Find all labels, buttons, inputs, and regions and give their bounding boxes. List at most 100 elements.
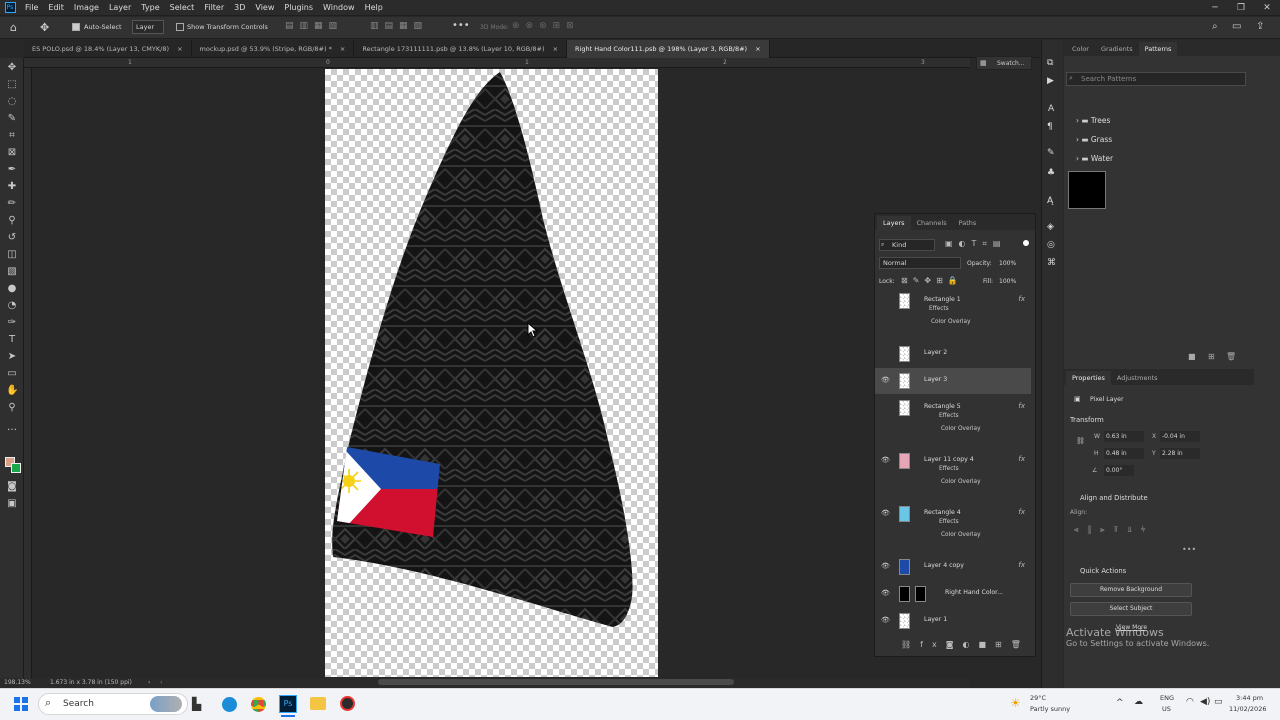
menu-item-file[interactable]: File xyxy=(20,0,43,16)
marquee-tool-icon[interactable]: ⬚ xyxy=(6,79,18,91)
zoom-tool-icon[interactable]: ⚲ xyxy=(6,402,18,414)
glyphs-icon[interactable]: Ą xyxy=(1047,196,1053,206)
new-folder-icon[interactable]: ■ xyxy=(1188,352,1196,361)
screen-mode-icon[interactable]: ▣ xyxy=(6,498,18,510)
frame-tool-icon[interactable]: ⊠ xyxy=(6,147,18,159)
photoshop-logo-icon[interactable]: Ps xyxy=(0,0,20,16)
document-tab[interactable]: ES POLO.psd @ 18.4% (Layer 13, CMYK/8) × xyxy=(24,40,192,58)
move-tool-icon[interactable]: ✥ xyxy=(40,21,49,34)
zoom-level[interactable]: 198.13% xyxy=(4,678,31,688)
panel-tab-adjustments[interactable]: Adjustments xyxy=(1111,371,1164,385)
cloud-icon[interactable]: ☁ xyxy=(1134,697,1143,707)
lock-icons[interactable]: ⊠✎✥⊞🔒 xyxy=(901,276,963,285)
visibility-eye-icon[interactable]: 👁 xyxy=(881,376,890,384)
home-icon[interactable]: ⌂ xyxy=(10,21,17,34)
menu-item-layer[interactable]: Layer xyxy=(104,0,136,16)
layer-row[interactable]: Rectangle 1 fx xyxy=(875,288,1031,314)
pattern-folder[interactable]: › ▬ Water xyxy=(1066,149,1246,168)
new-pattern-icon[interactable]: ⊞ xyxy=(1208,352,1215,361)
close-icon[interactable]: ✕ xyxy=(1254,0,1280,16)
tab-close-icon[interactable]: × xyxy=(175,45,182,53)
rectangle-tool-icon[interactable]: ▭ xyxy=(6,368,18,380)
y-field[interactable]: 2.28 in xyxy=(1160,448,1200,459)
visibility-eye-icon[interactable]: 👁 xyxy=(881,589,890,597)
quick-actions-heading[interactable]: Quick Actions xyxy=(1080,567,1126,575)
channels-icon[interactable]: ◎ xyxy=(1047,240,1055,250)
tray-chevron-icon[interactable]: ^ xyxy=(1116,698,1124,708)
scroll-left-icon[interactable]: ‹ xyxy=(160,678,162,688)
show-transform-checkbox[interactable] xyxy=(176,23,184,31)
menu-item-plugins[interactable]: Plugins xyxy=(279,0,318,16)
more-tools-icon[interactable]: … xyxy=(6,422,18,434)
align-icons[interactable]: ▤▥▦▧ xyxy=(285,21,343,31)
transform-heading[interactable]: Transform xyxy=(1070,416,1104,424)
remove-background-button[interactable]: Remove Background xyxy=(1070,583,1192,597)
panel-tab-patterns[interactable]: Patterns xyxy=(1138,42,1178,56)
fx-icon[interactable]: fx xyxy=(1018,561,1025,569)
document-tab[interactable]: mockup.psd @ 53.9% (Stripe, RGB/8#) * × xyxy=(192,40,355,58)
panel-tab-properties[interactable]: Properties xyxy=(1066,371,1111,385)
menu-item-help[interactable]: Help xyxy=(360,0,388,16)
workspace-icon[interactable]: ▭ xyxy=(1232,21,1241,32)
brush-settings-icon[interactable]: ✎ xyxy=(1047,148,1055,158)
wifi-icon[interactable]: ◠ xyxy=(1186,697,1194,707)
panel-tab-gradients[interactable]: Gradients xyxy=(1095,42,1139,56)
fill-value[interactable]: 100% xyxy=(999,278,1016,285)
auto-select-checkbox[interactable] xyxy=(72,23,80,31)
minimize-icon[interactable]: ─ xyxy=(1202,0,1228,16)
file-explorer-icon[interactable] xyxy=(310,697,326,710)
photoshop-taskbar-icon[interactable]: Ps xyxy=(279,695,297,713)
filter-toggle-icon[interactable] xyxy=(1023,240,1029,246)
dodge-tool-icon[interactable]: ◔ xyxy=(6,300,18,312)
pattern-swatch[interactable] xyxy=(1068,171,1106,209)
layer-row[interactable]: 👁 Layer 4 copy fx xyxy=(875,554,1031,580)
history-icon[interactable]: ⧉ xyxy=(1047,58,1053,68)
path-select-tool-icon[interactable]: ➤ xyxy=(6,351,18,363)
move-tool-icon[interactable]: ✥ xyxy=(6,62,18,74)
paths-icon[interactable]: ⌘ xyxy=(1047,258,1056,268)
opacity-value[interactable]: 100% xyxy=(999,260,1016,267)
panel-tab-color[interactable]: Color xyxy=(1066,42,1095,56)
menu-item-filter[interactable]: Filter xyxy=(199,0,229,16)
layer-row[interactable]: 👁 Layer 1 xyxy=(875,608,1031,634)
fx-icon[interactable]: fx xyxy=(1018,455,1025,463)
menu-item-window[interactable]: Window xyxy=(318,0,360,16)
angle-field[interactable]: 0.00° xyxy=(1104,465,1134,476)
visibility-eye-icon[interactable]: 👁 xyxy=(881,456,890,464)
type-tool-icon[interactable]: T xyxy=(6,334,18,346)
clone-source-icon[interactable]: ♣ xyxy=(1047,168,1055,178)
tab-close-icon[interactable]: × xyxy=(338,45,345,53)
delete-pattern-icon[interactable]: 🗑 xyxy=(1226,352,1236,361)
history-brush-tool-icon[interactable]: ↺ xyxy=(6,232,18,244)
x-field[interactable]: -0.04 in xyxy=(1160,431,1200,442)
volume-icon[interactable]: ◀) xyxy=(1200,697,1210,707)
pattern-folder[interactable]: › ▬ Trees xyxy=(1066,111,1246,130)
clock-date[interactable]: 11/02/2026 xyxy=(1229,705,1266,713)
link-icon[interactable]: ⛓ xyxy=(1076,437,1085,445)
layer-footer-icons[interactable]: ⛓fx◙◐■⊞🗑 xyxy=(901,640,1030,649)
character-icon[interactable]: A xyxy=(1048,104,1054,114)
clock-time[interactable]: 3:44 pm xyxy=(1236,694,1263,702)
height-field[interactable]: 0.48 in xyxy=(1104,448,1144,459)
tab-close-icon[interactable]: × xyxy=(551,45,558,53)
language-primary[interactable]: ENG xyxy=(1160,694,1174,702)
brush-tool-icon[interactable]: ✏ xyxy=(6,198,18,210)
distribute-icons[interactable]: ▥▤▦▧ xyxy=(370,21,428,31)
width-field[interactable]: 0.63 in xyxy=(1104,431,1144,442)
align-heading[interactable]: Align and Distribute xyxy=(1080,494,1148,502)
language-secondary[interactable]: US xyxy=(1162,705,1171,713)
background-color-swatch[interactable] xyxy=(11,463,21,473)
panel-tab-paths[interactable]: Paths xyxy=(953,216,983,230)
search-icon[interactable]: ⌕ xyxy=(1212,21,1218,32)
more-options-icon[interactable]: ••• xyxy=(452,20,470,31)
edge-browser-icon[interactable] xyxy=(222,697,237,712)
chrome-browser-icon[interactable] xyxy=(251,697,266,712)
filter-kind-dropdown[interactable]: Kind xyxy=(879,239,935,251)
panel-tab-channels[interactable]: Channels xyxy=(911,216,953,230)
search-patterns-input[interactable]: Search Patterns xyxy=(1066,72,1246,86)
battery-icon[interactable]: ▭ xyxy=(1214,697,1223,707)
filter-type-icons[interactable]: ▣◐T⌗▤ xyxy=(945,239,1007,249)
layer-row[interactable]: 👁 Right Hand Color... xyxy=(875,581,1031,607)
align-buttons[interactable]: ⫷⫼⫸⫪⫫⫩ xyxy=(1074,525,1154,535)
fx-icon[interactable]: fx xyxy=(1018,508,1025,516)
